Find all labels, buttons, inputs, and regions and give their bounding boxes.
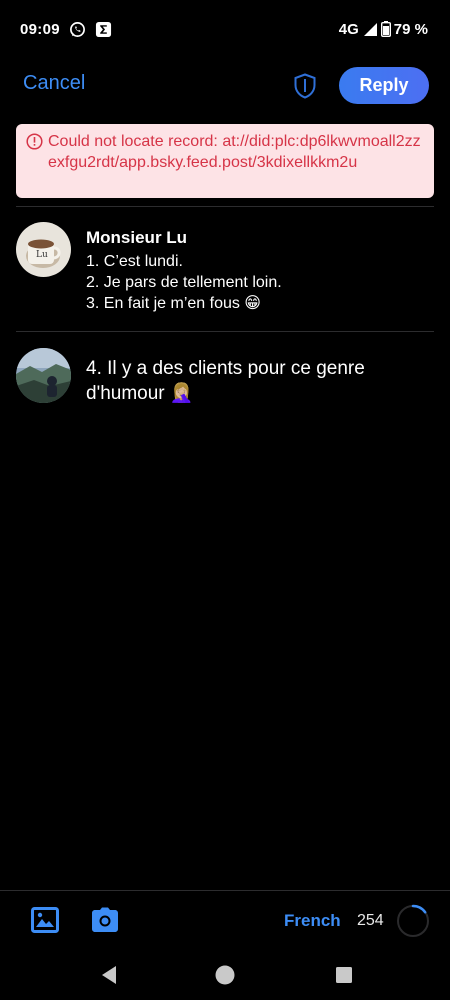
recents-icon[interactable] (335, 964, 353, 991)
network-type: 4G (338, 20, 359, 38)
battery-icon (380, 21, 391, 37)
parent-post: Lu Monsieur Lu 1. C’est lundi. 2. Je par… (16, 222, 434, 314)
status-bar: 09:09 4G 79 % (0, 0, 450, 58)
compose-header: Cancel Reply (0, 64, 450, 108)
sigma-app-icon (95, 21, 112, 38)
error-message: Could not locate record: at://did:plc:dp… (48, 133, 421, 171)
author-name: Monsieur Lu (86, 228, 188, 247)
post-line: 1. C’est lundi. (86, 253, 183, 270)
post-line: 3. En fait je m’en fous 😁 (86, 295, 261, 312)
char-counter: 254 (357, 912, 384, 929)
compose-text[interactable]: 4. Il y a des clients pour ce genre d'hu… (86, 356, 406, 406)
language-button[interactable]: French (284, 911, 341, 931)
camera-icon[interactable] (91, 907, 119, 933)
char-progress-ring (396, 904, 430, 938)
reply-button[interactable]: Reply (339, 67, 429, 104)
divider (16, 206, 434, 207)
cancel-button[interactable]: Cancel (23, 72, 85, 95)
home-icon[interactable] (215, 964, 235, 991)
alert-circle-icon (26, 133, 43, 150)
whatsapp-icon (69, 21, 86, 38)
battery-percentage: 79 % (393, 20, 428, 38)
signal-icon (363, 22, 378, 37)
back-icon[interactable] (99, 964, 119, 991)
error-banner: Could not locate record: at://did:plc:dp… (16, 124, 434, 198)
compose-area: 4. Il y a des clients pour ce genre d'hu… (16, 348, 434, 406)
system-nav-bar (0, 952, 450, 1000)
divider (16, 331, 434, 332)
image-icon[interactable] (31, 907, 59, 933)
post-line: 2. Je pars de tellement loin. (86, 274, 282, 291)
compose-toolbar: French 254 (0, 890, 450, 952)
svg-text:Lu: Lu (36, 250, 48, 260)
user-avatar (16, 348, 71, 403)
author-avatar: Lu (16, 222, 71, 277)
shield-icon[interactable] (292, 73, 318, 99)
clock: 09:09 (20, 20, 60, 38)
